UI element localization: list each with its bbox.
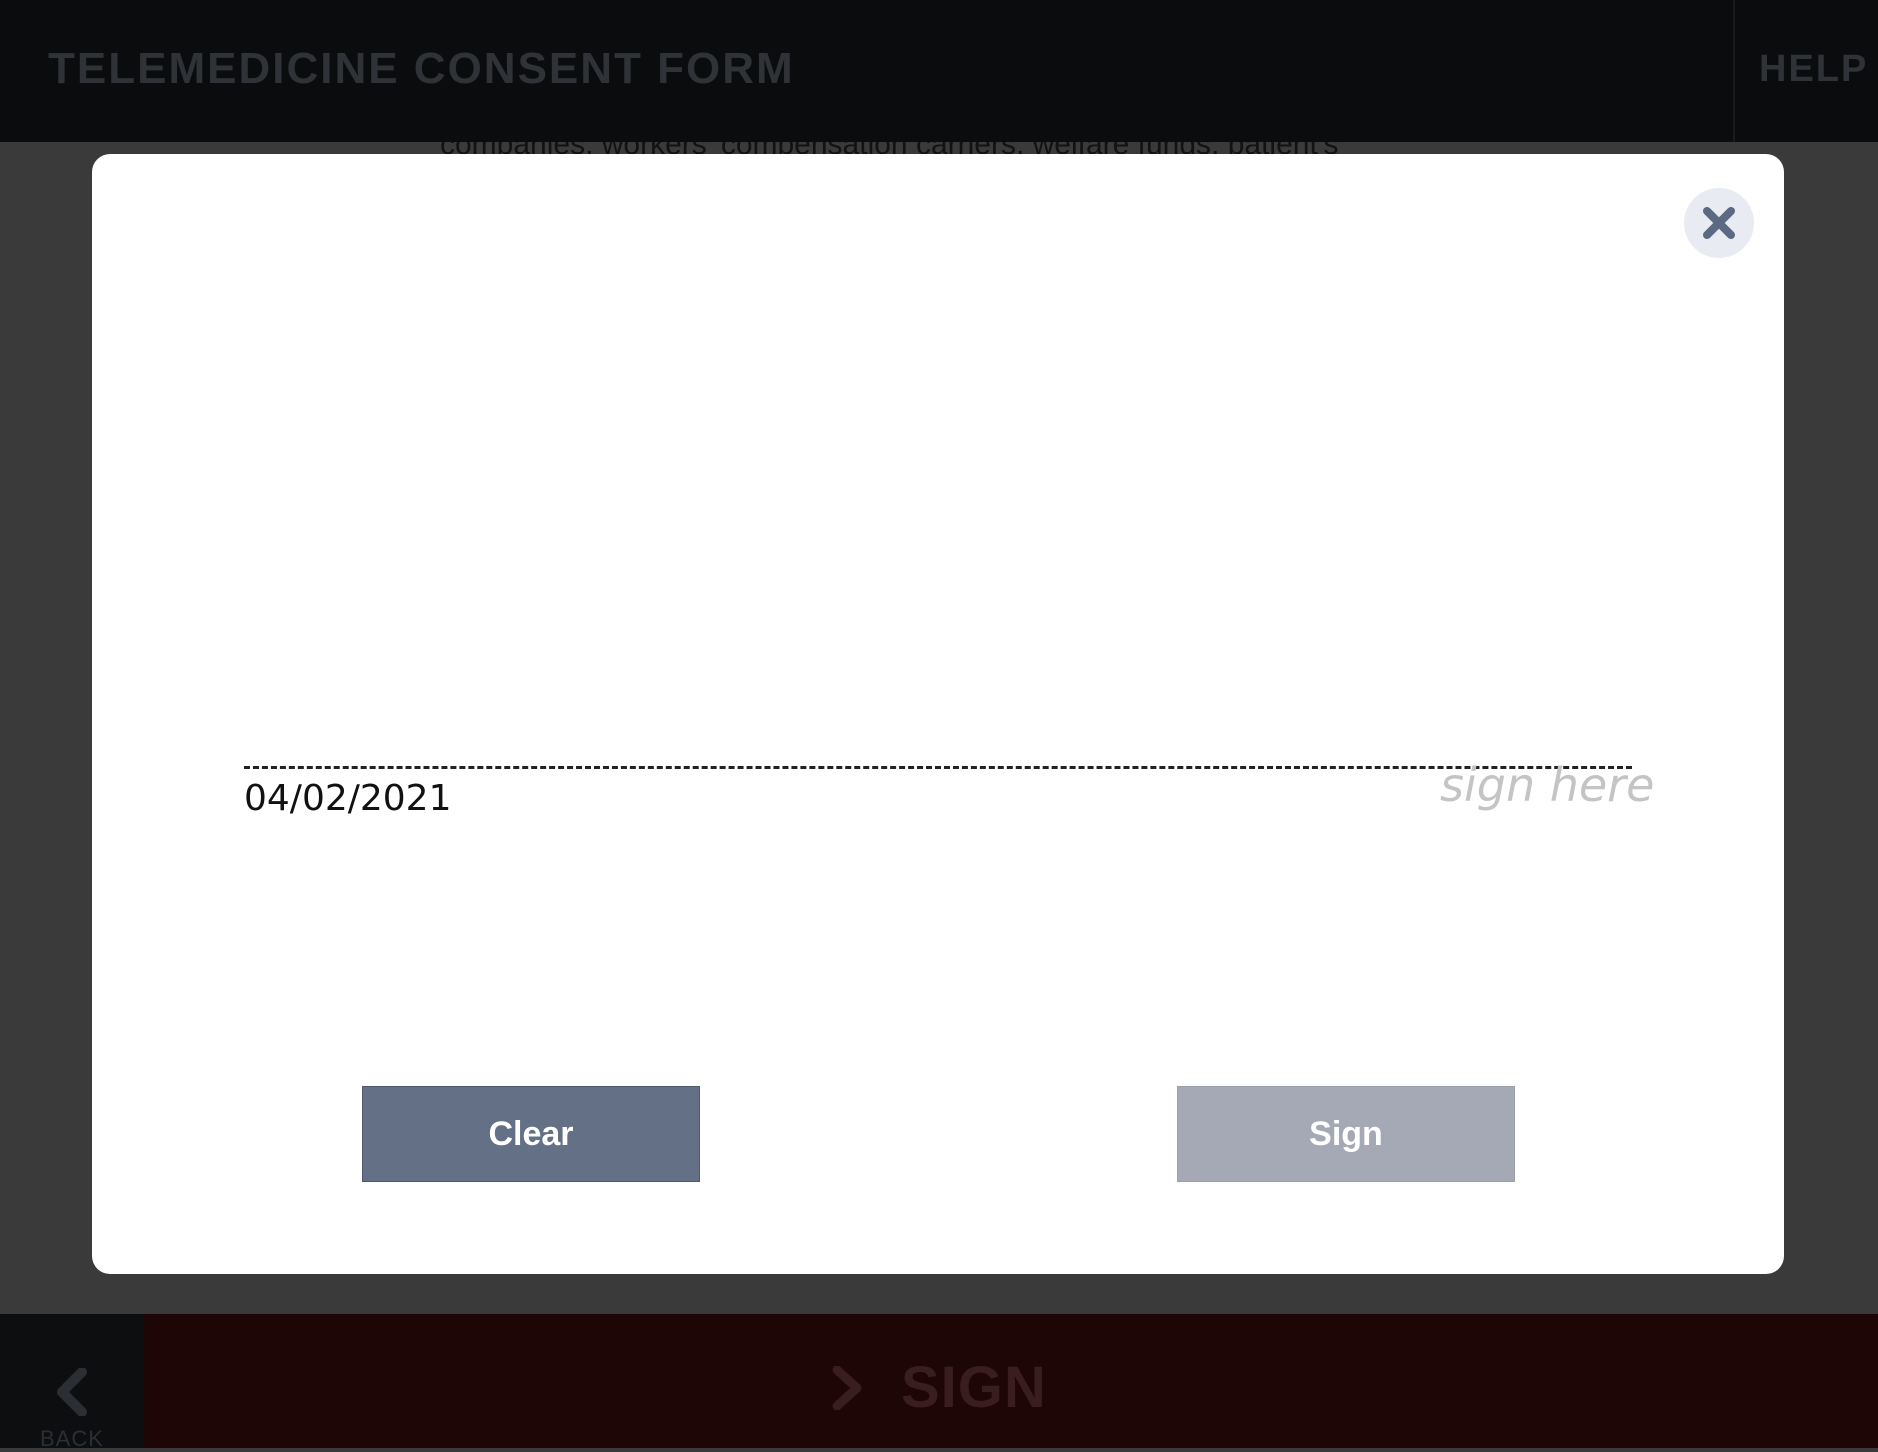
close-button[interactable] bbox=[1684, 188, 1754, 258]
footer-sign-button[interactable]: SIGN bbox=[143, 1314, 1878, 1448]
signature-line bbox=[244, 766, 1632, 769]
back-label: BACK bbox=[40, 1426, 104, 1451]
help-button[interactable]: HELP bbox=[1733, 0, 1878, 142]
help-label: HELP bbox=[1759, 48, 1869, 90]
footer-sign-label: SIGN bbox=[901, 1355, 1047, 1420]
chevron-right-icon bbox=[832, 1366, 862, 1410]
app-header: TELEMEDICINE CONSENT FORM HELP bbox=[0, 0, 1878, 142]
page-title: TELEMEDICINE CONSENT FORM bbox=[48, 44, 795, 93]
signature-pad[interactable] bbox=[212, 274, 1662, 974]
signature-modal: 04/02/2021 sign here Clear Sign bbox=[92, 154, 1784, 1274]
footer: BACK SIGN bbox=[0, 1314, 1878, 1451]
clear-button[interactable]: Clear bbox=[362, 1086, 700, 1182]
close-icon bbox=[1703, 207, 1735, 239]
back-button[interactable]: BACK bbox=[0, 1314, 143, 1451]
sign-here-hint: sign here bbox=[1440, 758, 1655, 812]
chevron-left-icon bbox=[57, 1368, 87, 1416]
sign-button[interactable]: Sign bbox=[1177, 1086, 1515, 1182]
signature-date: 04/02/2021 bbox=[244, 778, 452, 819]
